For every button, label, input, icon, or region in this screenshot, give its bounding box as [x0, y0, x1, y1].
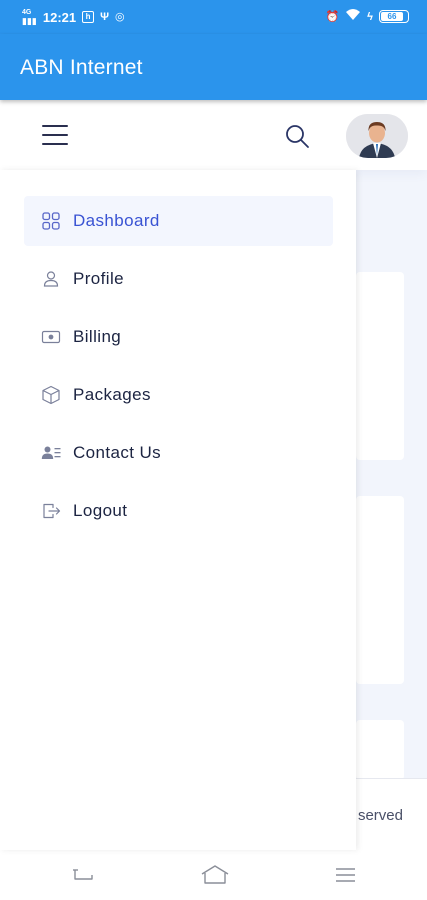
menu-item-billing[interactable]: Billing: [24, 312, 333, 362]
menu-item-profile[interactable]: Profile: [24, 254, 333, 304]
contact-icon: [40, 442, 62, 464]
footer: served: [356, 778, 427, 850]
status-time: 12:21: [42, 9, 77, 25]
status-bar: 4G ▮▮▮ 12:21 h Ψ ◎ ⏰ ϟ 66: [0, 0, 427, 34]
battery-level: 66: [387, 12, 397, 21]
box-icon: [40, 384, 62, 406]
nav-drawer: Dashboard Profile Billing Packages Conta…: [0, 170, 356, 850]
menu-item-contact-us[interactable]: Contact Us: [24, 428, 333, 478]
signal-icon: 4G ▮▮▮: [22, 9, 37, 26]
user-icon: [40, 268, 62, 290]
app-bar: ABN Internet: [0, 34, 427, 100]
home-icon[interactable]: [200, 864, 230, 886]
dashboard-card: [356, 272, 404, 460]
card-icon: [40, 326, 62, 348]
network-type: 4G: [22, 9, 32, 16]
search-icon[interactable]: [283, 122, 311, 150]
dashboard-card: [356, 720, 404, 780]
menu-label-dashboard: Dashboard: [73, 211, 160, 230]
grid-icon: [40, 210, 62, 232]
menu-label-profile: Profile: [73, 269, 124, 288]
system-nav-bar: [0, 850, 427, 900]
battery-icon: 66: [379, 10, 409, 23]
dashboard-card: [356, 496, 404, 684]
back-icon[interactable]: [70, 864, 96, 886]
wifi-icon: [345, 8, 361, 25]
charging-icon: ϟ: [367, 10, 373, 23]
notification-icon: h: [82, 11, 95, 23]
menu-item-dashboard[interactable]: Dashboard: [24, 196, 333, 246]
menu-label-logout: Logout: [73, 501, 128, 520]
menu-icon[interactable]: [42, 124, 68, 146]
menu-label-packages: Packages: [73, 385, 151, 404]
usb-icon: Ψ: [100, 11, 110, 23]
recents-icon[interactable]: [333, 864, 359, 886]
app-title: ABN Internet: [20, 56, 143, 79]
menu-item-logout[interactable]: Logout: [24, 486, 333, 536]
menu-label-contact-us: Contact Us: [73, 443, 162, 462]
footer-text: served: [357, 807, 403, 824]
avatar[interactable]: [346, 114, 408, 158]
alarm-icon: ⏰: [325, 10, 340, 23]
whatsapp-icon: ◎: [115, 11, 125, 23]
menu-item-packages[interactable]: Packages: [24, 370, 333, 420]
logout-icon: [40, 500, 62, 522]
menu-label-billing: Billing: [73, 327, 122, 346]
